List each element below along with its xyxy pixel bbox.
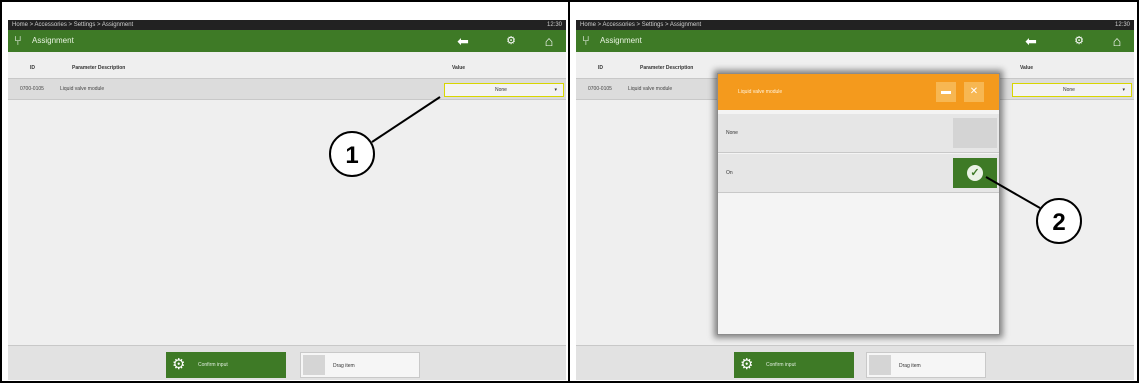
callout-2: 2 [1036, 198, 1082, 244]
callout-1: 1 [329, 131, 375, 177]
callout-line-1 [371, 96, 441, 143]
callout-line-2 [985, 176, 1041, 209]
callout-lines [371, 96, 1041, 209]
